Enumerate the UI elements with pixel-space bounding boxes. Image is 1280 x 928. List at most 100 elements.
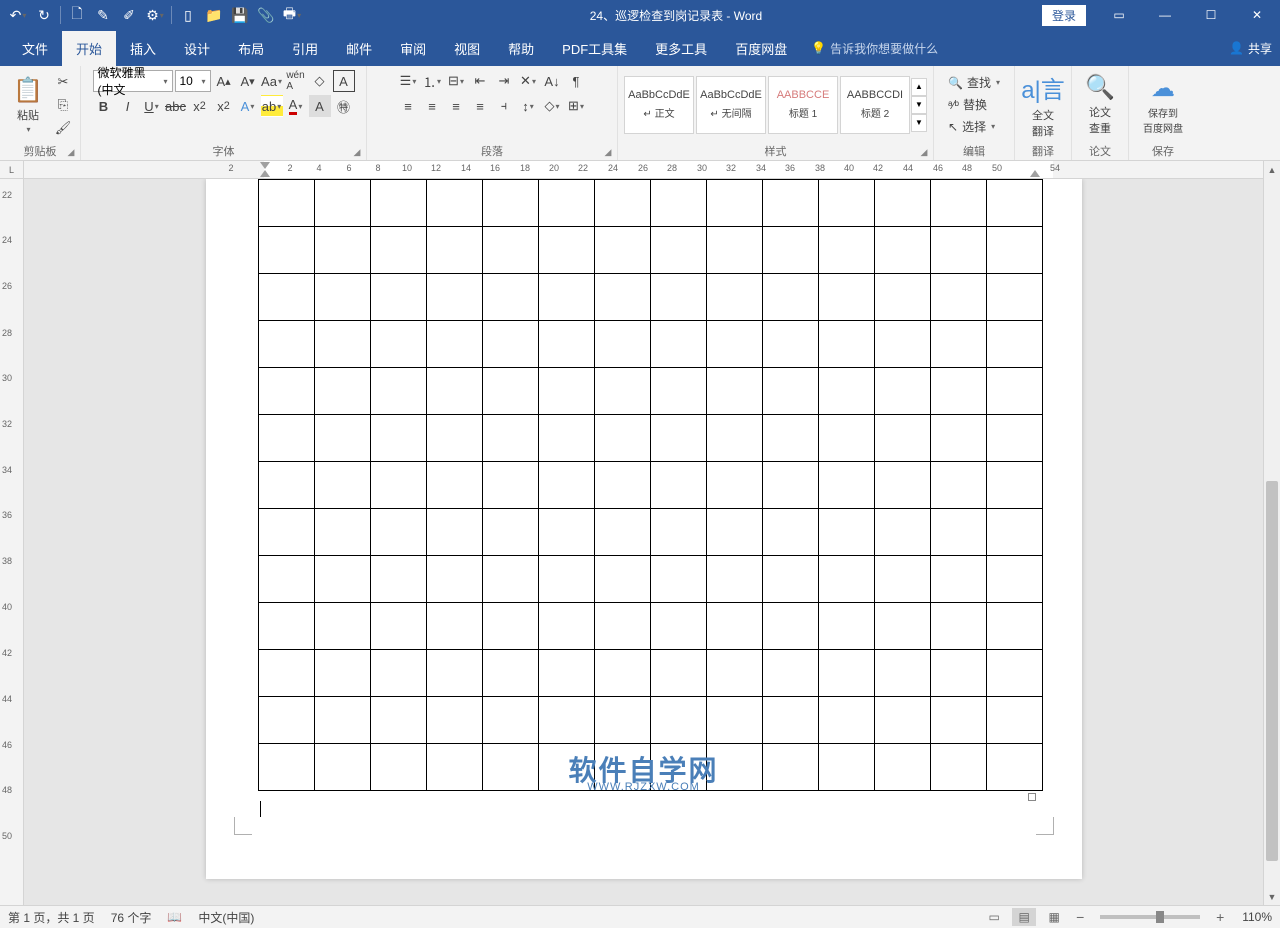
login-button[interactable]: 登录	[1042, 5, 1086, 26]
table-cell[interactable]	[426, 227, 482, 274]
table-cell[interactable]	[426, 415, 482, 462]
table-cell[interactable]	[874, 462, 930, 509]
table-cell[interactable]	[986, 462, 1042, 509]
table-cell[interactable]	[538, 603, 594, 650]
print-layout-button[interactable]: ▤	[1012, 908, 1036, 926]
table-cell[interactable]	[930, 274, 986, 321]
table-cell[interactable]	[370, 744, 426, 791]
share-button[interactable]: 👤 共享	[1229, 40, 1272, 57]
close-button[interactable]: ✕	[1234, 0, 1280, 30]
table-cell[interactable]	[314, 556, 370, 603]
asian-layout-button[interactable]: ✕▾	[517, 70, 539, 92]
qat-open-icon[interactable]: 📁	[202, 3, 226, 27]
table-cell[interactable]	[706, 415, 762, 462]
align-right-button[interactable]: ≡	[445, 95, 467, 117]
table-cell[interactable]	[986, 368, 1042, 415]
table-cell[interactable]	[482, 603, 538, 650]
zoom-in-button[interactable]: +	[1212, 909, 1228, 925]
table-cell[interactable]	[986, 509, 1042, 556]
table-cell[interactable]	[874, 180, 930, 227]
table-cell[interactable]	[874, 556, 930, 603]
table-cell[interactable]	[986, 650, 1042, 697]
scroll-thumb[interactable]	[1266, 481, 1278, 861]
table-cell[interactable]	[818, 462, 874, 509]
table-cell[interactable]	[594, 368, 650, 415]
table-cell[interactable]	[986, 180, 1042, 227]
scroll-up-button[interactable]: ▲	[1264, 161, 1280, 178]
right-indent[interactable]	[1030, 170, 1040, 177]
multilevel-list-button[interactable]: ⊟▾	[445, 70, 467, 92]
table-cell[interactable]	[762, 227, 818, 274]
table-cell[interactable]	[314, 509, 370, 556]
tab-design[interactable]: 设计	[170, 31, 224, 66]
table-cell[interactable]	[258, 415, 314, 462]
table-cell[interactable]	[986, 697, 1042, 744]
table-cell[interactable]	[538, 321, 594, 368]
table-cell[interactable]	[706, 603, 762, 650]
table-cell[interactable]	[482, 368, 538, 415]
horizontal-ruler[interactable]: 2246810121416182022242628303234363840424…	[24, 161, 1263, 179]
enclose-character-button[interactable]: ㊕	[333, 95, 355, 117]
table-cell[interactable]	[762, 509, 818, 556]
table-cell[interactable]	[482, 415, 538, 462]
table-cell[interactable]	[930, 368, 986, 415]
table-cell[interactable]	[258, 744, 314, 791]
table-cell[interactable]	[482, 462, 538, 509]
qat-doc-icon[interactable]: ▯	[176, 3, 200, 27]
read-mode-button[interactable]: ▭	[982, 908, 1006, 926]
table-cell[interactable]	[986, 744, 1042, 791]
table-cell[interactable]	[594, 697, 650, 744]
change-case-button[interactable]: Aa▾	[261, 70, 283, 92]
document-canvas[interactable]: 软件自学网 WWW.RJZXW.COM	[24, 179, 1263, 905]
table-cell[interactable]	[482, 227, 538, 274]
table-cell[interactable]	[762, 321, 818, 368]
table-cell[interactable]	[258, 509, 314, 556]
cut-button[interactable]: ✂	[52, 71, 74, 93]
subscript-button[interactable]: x2	[189, 95, 211, 117]
bold-button[interactable]: B	[93, 95, 115, 117]
table-cell[interactable]	[874, 697, 930, 744]
tab-layout[interactable]: 布局	[224, 31, 278, 66]
shrink-font-button[interactable]: A▾	[237, 70, 259, 92]
table-cell[interactable]	[370, 462, 426, 509]
table-cell[interactable]	[986, 321, 1042, 368]
tab-baidu-netdisk[interactable]: 百度网盘	[721, 31, 801, 66]
table-cell[interactable]	[650, 556, 706, 603]
table-cell[interactable]	[762, 697, 818, 744]
increase-indent-button[interactable]: ⇥	[493, 70, 515, 92]
table-cell[interactable]	[314, 415, 370, 462]
hanging-indent[interactable]	[260, 170, 270, 177]
font-color-button[interactable]: A▾	[285, 95, 307, 117]
table-cell[interactable]	[482, 509, 538, 556]
table-cell[interactable]	[818, 650, 874, 697]
table-cell[interactable]	[650, 509, 706, 556]
table-cell[interactable]	[986, 556, 1042, 603]
qat-edit-icon[interactable]: ✐	[117, 3, 141, 27]
table-cell[interactable]	[370, 556, 426, 603]
table-cell[interactable]	[594, 650, 650, 697]
table-cell[interactable]	[706, 650, 762, 697]
table-cell[interactable]	[986, 603, 1042, 650]
distributed-button[interactable]: ⫞	[493, 95, 515, 117]
align-center-button[interactable]: ≡	[421, 95, 443, 117]
table-cell[interactable]	[650, 603, 706, 650]
table-cell[interactable]	[538, 180, 594, 227]
style-item-3[interactable]: AABBCCDI标题 2	[840, 76, 910, 134]
zoom-level[interactable]: 110%	[1242, 910, 1272, 924]
table-cell[interactable]	[874, 274, 930, 321]
strikethrough-button[interactable]: abc	[165, 95, 187, 117]
table-cell[interactable]	[370, 509, 426, 556]
table-cell[interactable]	[314, 274, 370, 321]
table-cell[interactable]	[874, 321, 930, 368]
table-cell[interactable]	[426, 368, 482, 415]
table-cell[interactable]	[818, 744, 874, 791]
table-cell[interactable]	[370, 368, 426, 415]
qat-new-icon[interactable]: 🗋	[65, 3, 89, 27]
tab-help[interactable]: 帮助	[494, 31, 548, 66]
tell-me-search[interactable]: 💡 告诉我你想要做什么	[811, 40, 938, 57]
table-cell[interactable]	[594, 180, 650, 227]
table-cell[interactable]	[874, 650, 930, 697]
clipboard-launcher[interactable]: ◢	[64, 145, 78, 159]
tab-insert[interactable]: 插入	[116, 31, 170, 66]
character-border-button[interactable]: A	[333, 70, 355, 92]
